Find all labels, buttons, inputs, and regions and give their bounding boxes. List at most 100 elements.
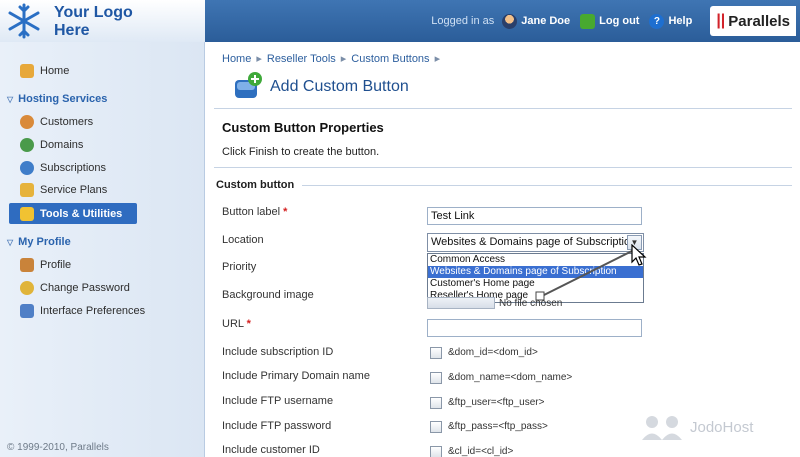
section-hosting-services[interactable]: ▽ Hosting Services [7, 93, 107, 105]
include-ftp-password-checkbox[interactable] [430, 421, 442, 433]
sidebar-item-label: Domains [40, 139, 84, 151]
sidebar-item-label: Change Password [40, 282, 130, 294]
location-option[interactable]: Customer's Home page [428, 278, 643, 290]
section-my-profile[interactable]: ▽ My Profile [7, 236, 71, 248]
sidebar-item-domains[interactable]: Domains [20, 136, 83, 154]
mouse-cursor-icon [631, 244, 647, 266]
help-label: Help [668, 15, 693, 27]
page-title: Add Custom Button [270, 78, 409, 95]
ftp-username-param: &ftp_user=<ftp_user> [448, 397, 545, 408]
include-ftp-password-label: Include FTP password [222, 420, 332, 432]
button-label-input[interactable]: Test Link [427, 207, 642, 225]
ftp-password-param: &ftp_pass=<ftp_pass> [448, 421, 548, 432]
sidebar-item-subscriptions[interactable]: Subscriptions [20, 159, 106, 177]
location-label: Location [222, 234, 264, 246]
include-ftp-username-checkbox[interactable] [430, 397, 442, 409]
top-header: Your Logo Here Logged in as Jane Doe Log… [0, 0, 800, 42]
snowflake-logo-icon [8, 3, 40, 39]
sidebar-item-label: Tools & Utilities [40, 207, 123, 220]
copyright: © 1999-2010, Parallels [7, 442, 109, 453]
sidebar-item-label: Subscriptions [40, 162, 107, 174]
logo-line-1: Your Logo [54, 4, 133, 21]
url-label-text: URL [222, 318, 244, 330]
sidebar-item-home[interactable]: Home [20, 62, 69, 80]
divider [214, 108, 792, 109]
include-ftp-username-label: Include FTP username [222, 395, 334, 407]
breadcrumb-home[interactable]: Home [222, 53, 251, 65]
location-option[interactable]: Common Access [428, 254, 643, 266]
home-icon [20, 64, 34, 78]
include-customer-id-checkbox[interactable] [430, 446, 442, 457]
sidebar: Home ▽ Hosting Services Customers Domain… [0, 42, 205, 457]
add-button-icon [235, 72, 262, 98]
button-label-text: Button label [222, 206, 281, 218]
user-icon [502, 13, 518, 29]
user-link[interactable]: Jane Doe [502, 13, 571, 29]
background-image-label: Background image [222, 289, 314, 301]
user-name: Jane Doe [521, 15, 571, 27]
people-watermark-icon [642, 416, 682, 440]
sidebar-item-service-plans[interactable]: Service Plans [20, 181, 107, 199]
main-content: Home ▸ Reseller Tools ▸ Custom Buttons ▸ Add … [206, 42, 800, 457]
service-plans-icon [20, 183, 34, 197]
logout-link[interactable]: Log out [580, 13, 640, 29]
parallels-mark-icon: || [716, 12, 726, 29]
interface-icon [20, 304, 34, 318]
required-mark: * [283, 206, 288, 218]
domain-name-param: &dom_name=<dom_name> [448, 372, 573, 383]
sidebar-item-tools-utilities[interactable]: Tools & Utilities [9, 203, 137, 224]
logo-line-2: Here [54, 22, 90, 39]
breadcrumb-separator-icon: ▸ [256, 53, 262, 65]
breadcrumb-separator-icon: ▸ [434, 53, 441, 65]
logged-in-as-label: Logged in as [431, 15, 495, 27]
location-select[interactable]: Websites & Domains page of Subscription … [427, 233, 644, 252]
url-label: URL * [222, 318, 251, 330]
url-input[interactable] [427, 319, 642, 337]
sidebar-item-label: Profile [40, 259, 72, 271]
sidebar-item-profile[interactable]: Profile [20, 256, 71, 274]
sidebar-item-change-password[interactable]: Change Password [20, 279, 130, 297]
include-subscription-id-label: Include subscription ID [222, 346, 334, 358]
profile-card-icon [20, 258, 34, 272]
properties-description: Click Finish to create the button. [222, 146, 380, 158]
breadcrumb-separator-icon: ▸ [340, 53, 347, 65]
divider [214, 167, 792, 168]
key-icon [20, 281, 34, 295]
logo-text: Your Logo Here [54, 4, 133, 40]
collapse-triangle-icon: ▽ [7, 94, 14, 104]
sidebar-item-label: Service Plans [40, 184, 108, 196]
include-subscription-id-checkbox[interactable] [430, 347, 442, 359]
sidebar-item-customers[interactable]: Customers [20, 113, 93, 131]
breadcrumb-custom-buttons[interactable]: Custom Buttons [351, 53, 429, 65]
watermark: JodoHost [640, 413, 753, 441]
location-selected-value: Websites & Domains page of Subscription [431, 236, 637, 248]
include-domain-name-label: Include Primary Domain name [222, 370, 370, 382]
location-dropdown-list: Common Access Websites & Domains page of… [427, 253, 644, 303]
required-mark: * [246, 318, 251, 330]
section-label: Hosting Services [18, 93, 108, 105]
sidebar-item-label: Home [40, 65, 70, 77]
sidebar-item-interface-preferences[interactable]: Interface Preferences [20, 302, 145, 320]
watermark-text: JodoHost [690, 418, 754, 436]
properties-heading: Custom Button Properties [222, 120, 384, 135]
section-label: My Profile [18, 236, 71, 248]
collapse-triangle-icon: ▽ [7, 237, 14, 247]
no-file-chosen-text: No file chosen [499, 298, 563, 309]
fieldset-legend-label: Custom button [216, 179, 295, 191]
include-customer-id-label: Include customer ID [222, 444, 320, 456]
include-domain-name-checkbox[interactable] [430, 372, 442, 384]
logo-area[interactable]: Your Logo Here [0, 0, 205, 42]
brand-name: Parallels [728, 12, 790, 30]
subscriptions-icon [20, 161, 34, 175]
parallels-brand-logo: || Parallels [710, 6, 796, 36]
help-link[interactable]: ? Help [649, 13, 693, 29]
customers-icon [20, 115, 34, 129]
button-label-label: Button label * [222, 206, 287, 218]
location-option-selected[interactable]: Websites & Domains page of Subscription [428, 266, 643, 278]
logout-icon [580, 13, 596, 29]
choose-file-button[interactable] [427, 297, 495, 309]
breadcrumb-reseller-tools[interactable]: Reseller Tools [267, 53, 336, 65]
logout-label: Log out [599, 15, 640, 27]
breadcrumb: Home ▸ Reseller Tools ▸ Custom Buttons ▸ [222, 52, 445, 65]
legend-line [302, 184, 793, 186]
